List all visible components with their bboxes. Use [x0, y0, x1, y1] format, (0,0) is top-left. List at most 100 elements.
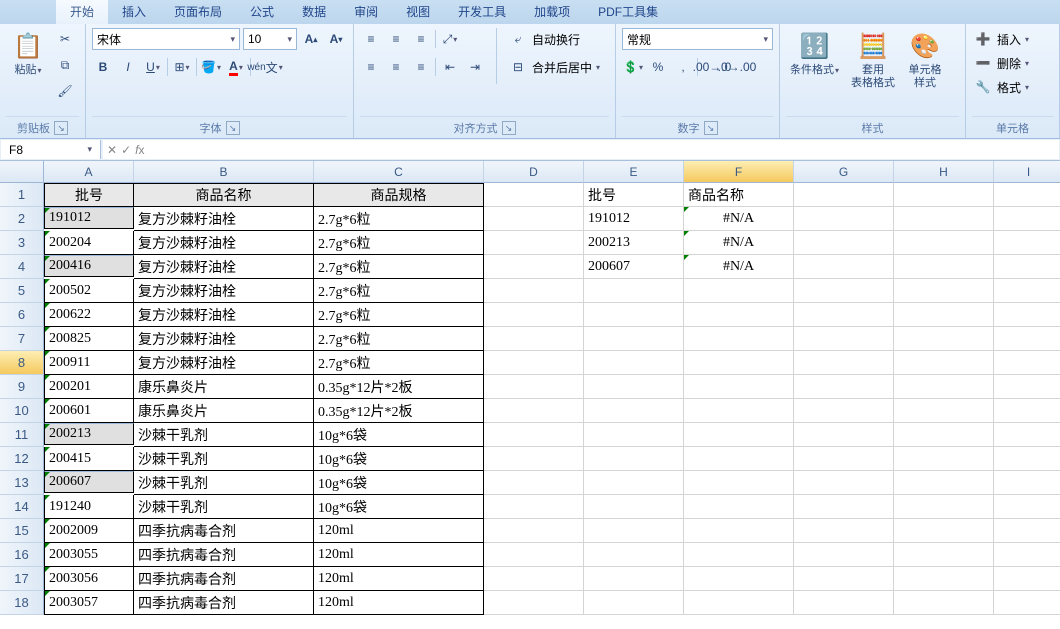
- cell-F9[interactable]: [684, 375, 794, 399]
- cell-I11[interactable]: [994, 423, 1060, 447]
- row-header-5[interactable]: 5: [0, 279, 44, 303]
- cell-D11[interactable]: [484, 423, 584, 447]
- cell-H6[interactable]: [894, 303, 994, 327]
- cell-C11[interactable]: 10g*6袋: [314, 423, 484, 447]
- cell-G18[interactable]: [794, 591, 894, 615]
- cell-E7[interactable]: [584, 327, 684, 351]
- cell-F18[interactable]: [684, 591, 794, 615]
- cell-C14[interactable]: 10g*6袋: [314, 495, 484, 519]
- cell-G6[interactable]: [794, 303, 894, 327]
- font-color-button[interactable]: A▾: [225, 56, 247, 78]
- comma-button[interactable]: ,: [672, 56, 694, 78]
- align-center-button[interactable]: ≡: [385, 56, 407, 78]
- cell-I8[interactable]: [994, 351, 1060, 375]
- cell-F5[interactable]: [684, 279, 794, 303]
- bold-button[interactable]: B: [92, 56, 114, 78]
- enter-formula-icon[interactable]: ✓: [121, 143, 131, 157]
- cell-E12[interactable]: [584, 447, 684, 471]
- column-headers[interactable]: ABCDEFGHI: [44, 161, 1060, 183]
- cell-G12[interactable]: [794, 447, 894, 471]
- col-header-A[interactable]: A: [44, 161, 134, 183]
- percent-button[interactable]: %: [647, 56, 669, 78]
- cell-B9[interactable]: 康乐鼻炎片: [134, 375, 314, 399]
- tab-2[interactable]: 页面布局: [160, 0, 236, 24]
- cell-C17[interactable]: 120ml: [314, 567, 484, 591]
- cell-G17[interactable]: [794, 567, 894, 591]
- row-header-15[interactable]: 15: [0, 519, 44, 543]
- col-header-F[interactable]: F: [684, 161, 794, 183]
- shrink-font-button[interactable]: A▾: [325, 28, 347, 50]
- delete-cells-button[interactable]: ➖删除▾: [972, 52, 1029, 74]
- cell-B11[interactable]: 沙棘干乳剂: [134, 423, 314, 447]
- cell-I7[interactable]: [994, 327, 1060, 351]
- spreadsheet-grid[interactable]: ABCDEFGHI 123456789101112131415161718 批号…: [0, 161, 1060, 629]
- grow-font-button[interactable]: A▴: [300, 28, 322, 50]
- copy-button[interactable]: ⧉: [54, 54, 76, 76]
- cell-G16[interactable]: [794, 543, 894, 567]
- cell-D18[interactable]: [484, 591, 584, 615]
- cell-F15[interactable]: [684, 519, 794, 543]
- cell-F13[interactable]: [684, 471, 794, 495]
- format-painter-button[interactable]: 🖌: [54, 80, 76, 102]
- row-header-11[interactable]: 11: [0, 423, 44, 447]
- name-box[interactable]: F8▾: [1, 140, 101, 159]
- cell-C10[interactable]: 0.35g*12片*2板: [314, 399, 484, 423]
- cell-C2[interactable]: 2.7g*6粒: [314, 207, 484, 231]
- row-header-18[interactable]: 18: [0, 591, 44, 615]
- cell-A2[interactable]: 191012: [44, 207, 134, 229]
- select-all-corner[interactable]: [0, 161, 44, 183]
- cell-D16[interactable]: [484, 543, 584, 567]
- col-header-I[interactable]: I: [994, 161, 1060, 183]
- cell-H13[interactable]: [894, 471, 994, 495]
- tab-1[interactable]: 插入: [108, 0, 160, 24]
- cell-H7[interactable]: [894, 327, 994, 351]
- cell-H15[interactable]: [894, 519, 994, 543]
- border-button[interactable]: ⊞▾: [171, 56, 193, 78]
- fx-icon[interactable]: fx: [135, 143, 144, 157]
- cell-E1[interactable]: 批号: [584, 183, 684, 207]
- cell-F6[interactable]: [684, 303, 794, 327]
- cell-H1[interactable]: [894, 183, 994, 207]
- cell-F3[interactable]: #N/A: [684, 231, 794, 255]
- cell-I10[interactable]: [994, 399, 1060, 423]
- cell-A9[interactable]: 200201: [44, 375, 134, 399]
- currency-button[interactable]: 💲▾: [622, 56, 644, 78]
- cell-D10[interactable]: [484, 399, 584, 423]
- row-header-3[interactable]: 3: [0, 231, 44, 255]
- format-cells-button[interactable]: 🔧格式▾: [972, 76, 1029, 98]
- cell-H11[interactable]: [894, 423, 994, 447]
- align-right-button[interactable]: ≡: [410, 56, 432, 78]
- cell-A3[interactable]: 200204: [44, 231, 134, 255]
- cell-C1[interactable]: 商品规格: [314, 183, 484, 207]
- cell-C18[interactable]: 120ml: [314, 591, 484, 615]
- cell-C6[interactable]: 2.7g*6粒: [314, 303, 484, 327]
- formula-input[interactable]: [150, 143, 1055, 157]
- cell-A10[interactable]: 200601: [44, 399, 134, 423]
- cell-G2[interactable]: [794, 207, 894, 231]
- row-header-16[interactable]: 16: [0, 543, 44, 567]
- cell-F7[interactable]: [684, 327, 794, 351]
- col-header-D[interactable]: D: [484, 161, 584, 183]
- cell-I4[interactable]: [994, 255, 1060, 279]
- increase-indent-button[interactable]: ⇥: [464, 56, 486, 78]
- cell-E13[interactable]: [584, 471, 684, 495]
- align-launcher[interactable]: ↘: [502, 121, 516, 135]
- cell-H2[interactable]: [894, 207, 994, 231]
- cell-G11[interactable]: [794, 423, 894, 447]
- cell-H14[interactable]: [894, 495, 994, 519]
- cut-button[interactable]: ✂: [54, 28, 76, 50]
- cell-A15[interactable]: 2002009: [44, 519, 134, 543]
- cell-D12[interactable]: [484, 447, 584, 471]
- cell-A16[interactable]: 2003055: [44, 543, 134, 567]
- font-size-select[interactable]: 10▾: [243, 28, 297, 50]
- tab-3[interactable]: 公式: [236, 0, 288, 24]
- cell-I16[interactable]: [994, 543, 1060, 567]
- row-header-7[interactable]: 7: [0, 327, 44, 351]
- cell-D7[interactable]: [484, 327, 584, 351]
- cell-E10[interactable]: [584, 399, 684, 423]
- cell-A12[interactable]: 200415: [44, 447, 134, 471]
- cell-I2[interactable]: [994, 207, 1060, 231]
- cell-C15[interactable]: 120ml: [314, 519, 484, 543]
- paste-button[interactable]: 📋 粘贴▾: [6, 28, 50, 79]
- fill-color-button[interactable]: 🪣▾: [200, 56, 222, 78]
